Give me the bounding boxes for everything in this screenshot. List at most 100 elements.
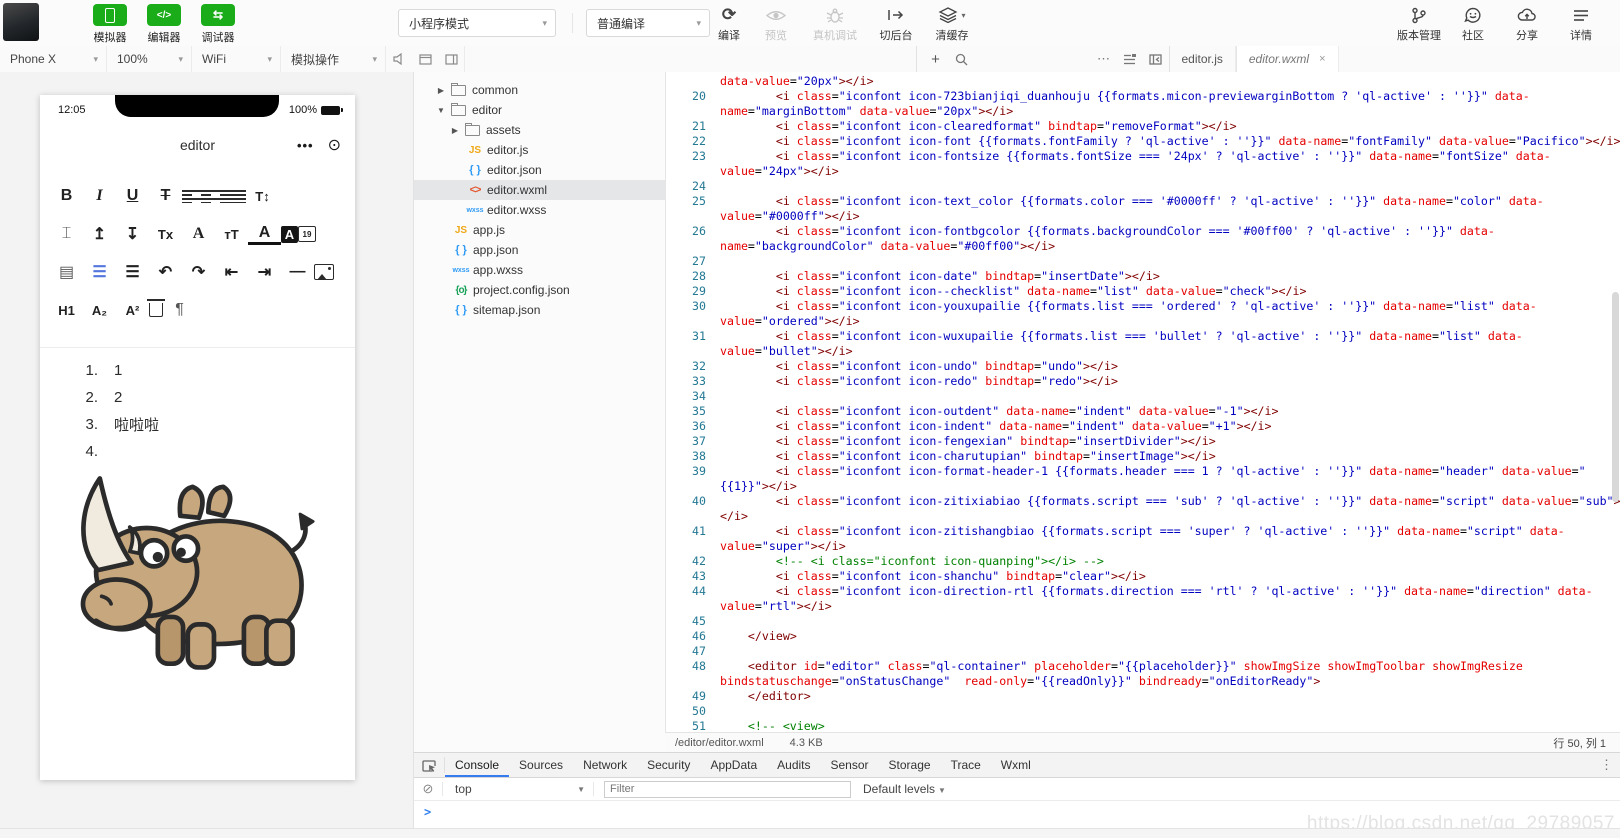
folder-arrow-icon[interactable]: ▶ — [450, 126, 460, 135]
checklist-icon[interactable]: ▤ — [50, 259, 83, 285]
float-window-icon[interactable] — [412, 46, 438, 72]
code-line[interactable]: 21 <i class="iconfont icon-clearedformat… — [666, 119, 1620, 134]
device-select[interactable]: Phone X▾ — [0, 46, 107, 72]
strikethrough-icon[interactable]: T — [149, 183, 182, 209]
avatar[interactable] — [3, 3, 39, 41]
tab-editor-js[interactable]: editor.js — [1170, 46, 1236, 72]
date-icon[interactable]: 19 — [298, 226, 316, 242]
code-line[interactable]: 20 <i class="iconfont icon-723bianjiqi_d… — [666, 89, 1620, 119]
code-line[interactable]: 35 <i class="iconfont icon-outdent" data… — [666, 404, 1620, 419]
inspect-element-icon[interactable] — [414, 757, 445, 773]
code-line[interactable]: 22 <i class="iconfont icon-font {{format… — [666, 134, 1620, 149]
line-height-icon[interactable]: T↕ — [246, 183, 279, 209]
code-line[interactable]: 48 <editor id="editor" class="ql-contain… — [666, 659, 1620, 689]
log-levels-select[interactable]: Default levels▼ — [863, 782, 946, 796]
debugger-tab-sources[interactable]: Sources — [509, 753, 573, 777]
font-family-icon[interactable]: A — [182, 221, 215, 247]
code-line[interactable]: 40 <i class="iconfont icon-zitixiabiao {… — [666, 494, 1620, 524]
ordered-list-icon[interactable]: ☰ — [83, 259, 116, 285]
text-color-icon[interactable]: A — [248, 224, 281, 245]
clear-console-icon[interactable]: ⊘ — [414, 782, 443, 796]
h1-icon[interactable]: H1 — [50, 297, 83, 323]
debugger-tab-appdata[interactable]: AppData — [700, 753, 767, 777]
debugger-button[interactable]: ⇆ 调试器 — [192, 4, 244, 45]
code-line[interactable]: 41 <i class="iconfont icon-zitishangbiao… — [666, 524, 1620, 554]
sound-icon[interactable] — [386, 46, 412, 72]
code-line[interactable]: 47 — [666, 644, 1620, 659]
simulate-action-select[interactable]: 模拟操作▾ — [281, 46, 386, 72]
italic-icon[interactable]: I — [83, 183, 116, 209]
network-select[interactable]: WiFi▾ — [192, 46, 281, 72]
bold-icon[interactable]: B — [50, 183, 83, 209]
scrollbar[interactable] — [1612, 292, 1619, 502]
file-item-assets[interactable]: ▶assets — [414, 120, 666, 140]
debugger-tab-sensor[interactable]: Sensor — [821, 753, 879, 777]
zoom-select[interactable]: 100%▾ — [107, 46, 192, 72]
community-button[interactable]: 社区 — [1444, 5, 1502, 43]
code-line[interactable]: 45 — [666, 614, 1620, 629]
code-line[interactable]: 30 <i class="iconfont icon-youxupailie {… — [666, 299, 1620, 329]
mode-select[interactable]: 小程序模式 ▾ — [398, 9, 556, 37]
image-icon[interactable] — [314, 264, 334, 280]
filter-input[interactable] — [604, 781, 851, 798]
code-line[interactable]: 31 <i class="iconfont icon-wuxupailie {{… — [666, 329, 1620, 359]
code-line[interactable]: 27 — [666, 254, 1620, 269]
file-item-editor-json[interactable]: { }editor.json — [414, 160, 666, 180]
hide-panel-icon[interactable] — [1143, 46, 1169, 72]
code-line[interactable]: 39 <i class="iconfont icon-format-header… — [666, 464, 1620, 494]
file-item-app-wxss[interactable]: wxssapp.wxss — [414, 260, 666, 280]
code-line[interactable]: 38 <i class="iconfont icon-charutupian" … — [666, 449, 1620, 464]
undo-icon[interactable]: ↶ — [149, 259, 182, 285]
code-line[interactable]: 37 <i class="iconfont icon-fengexian" bi… — [666, 434, 1620, 449]
margin-bottom-icon[interactable]: ↧ — [116, 221, 149, 247]
switch-background-button[interactable]: 切后台 — [872, 5, 920, 43]
tab-editor-wxml[interactable]: editor.wxml × — [1236, 46, 1339, 72]
align-justify-icon[interactable] — [230, 190, 246, 203]
margin-top-icon[interactable]: ↥ — [83, 221, 116, 247]
collapse-all-icon[interactable] — [1117, 46, 1143, 72]
debugger-tab-network[interactable]: Network — [573, 753, 637, 777]
code-line[interactable]: 43 <i class="iconfont icon-shanchu" bind… — [666, 569, 1620, 584]
simulator-button[interactable]: 模拟器 — [84, 4, 136, 45]
debugger-tab-audits[interactable]: Audits — [767, 753, 820, 777]
version-control-button[interactable]: 版本管理 — [1390, 5, 1448, 43]
code-line[interactable]: 50 — [666, 704, 1620, 719]
code-line[interactable]: 25 <i class="iconfont icon-text_color {{… — [666, 194, 1620, 224]
more-menu-icon[interactable]: ••• — [297, 138, 314, 153]
debugger-tab-storage[interactable]: Storage — [879, 753, 941, 777]
file-item-sitemap-json[interactable]: { }sitemap.json — [414, 300, 666, 320]
search-icon[interactable] — [949, 46, 975, 72]
editor-button[interactable]: </> 编辑器 — [138, 4, 190, 45]
debugger-tab-security[interactable]: Security — [637, 753, 700, 777]
align-right-icon[interactable] — [214, 190, 230, 203]
bullet-list-icon[interactable]: ☰ — [116, 259, 149, 285]
debugger-tab-trace[interactable]: Trace — [941, 753, 991, 777]
subscript-icon[interactable]: A₂ — [83, 297, 116, 323]
code-line[interactable]: data-value="20px"></i> — [666, 74, 1620, 89]
file-item-app-js[interactable]: JSapp.js — [414, 220, 666, 240]
code-line[interactable]: 28 <i class="iconfont icon-date" bindtap… — [666, 269, 1620, 284]
align-center-icon[interactable] — [198, 190, 214, 203]
bg-color-icon[interactable]: A — [281, 226, 298, 243]
code-line[interactable]: 33 <i class="iconfont icon-redo" bindtap… — [666, 374, 1620, 389]
file-item-app-json[interactable]: { }app.json — [414, 240, 666, 260]
code-line[interactable]: 26 <i class="iconfont icon-fontbgcolor {… — [666, 224, 1620, 254]
redo-icon[interactable]: ↷ — [182, 259, 215, 285]
trash-icon[interactable] — [149, 303, 163, 317]
kebab-menu-icon[interactable]: ⋮ — [1600, 757, 1613, 773]
file-item-editor-wxml[interactable]: <>editor.wxml — [414, 180, 666, 200]
debugger-tab-console[interactable]: Console — [445, 753, 509, 777]
share-button[interactable]: 分享 — [1498, 5, 1556, 43]
code-line[interactable]: 29 <i class="iconfont icon--checklist" d… — [666, 284, 1620, 299]
font-size-icon[interactable]: тT — [215, 221, 248, 247]
file-item-editor-js[interactable]: JSeditor.js — [414, 140, 666, 160]
compile-mode-select[interactable]: 普通编译 ▾ — [586, 9, 710, 37]
file-item-common[interactable]: ▶common — [414, 80, 666, 100]
file-item-editor[interactable]: ▼editor — [414, 100, 666, 120]
indent-icon[interactable]: ⇥ — [248, 259, 281, 285]
code-line[interactable]: 44 <i class="iconfont icon-direction-rtl… — [666, 584, 1620, 614]
folder-arrow-icon[interactable]: ▼ — [436, 106, 446, 115]
underline-icon[interactable]: U — [116, 183, 149, 209]
folder-arrow-icon[interactable]: ▶ — [436, 86, 446, 95]
code-line[interactable]: 24 — [666, 179, 1620, 194]
